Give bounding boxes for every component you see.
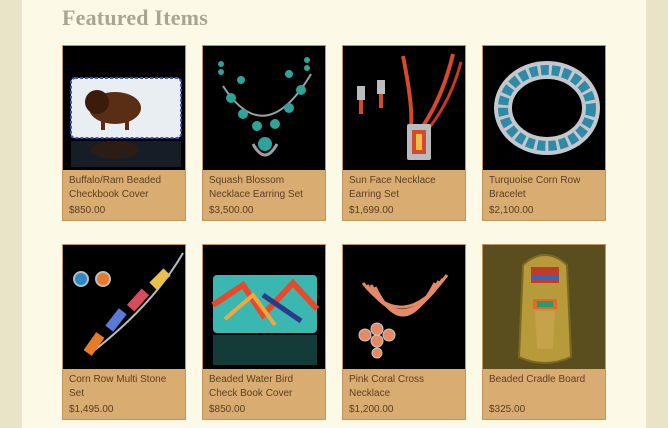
squash-blossom-image [203,46,325,170]
section-title: Featured Items [62,5,208,30]
product-card[interactable]: Pink Coral Cross Necklace $1,200.00 [342,244,466,420]
product-image[interactable] [203,46,325,170]
product-card[interactable]: Turquoise Corn Row Bracelet $2,100.00 [482,45,606,221]
multi-stone-set-image [63,245,185,369]
product-image[interactable] [203,245,325,369]
product-grid: Buffalo/Ram Beaded Checkbook Cover $850.… [62,45,607,420]
water-bird-cover-image [203,245,325,369]
product-card[interactable]: Corn Row Multi Stone Set $1,495.00 [62,244,186,420]
product-name[interactable]: Beaded Cradle Board [489,373,599,401]
product-image[interactable] [343,46,465,170]
product-price: $1,495.00 [69,404,114,415]
product-price: $850.00 [69,205,106,216]
product-card[interactable]: Sun Face Necklace Earring Set $1,699.00 [342,45,466,221]
product-card[interactable]: Beaded Water Bird Check Book Cover $850.… [202,244,326,420]
product-price: $1,200.00 [349,404,394,415]
product-name[interactable]: Sun Face Necklace Earring Set [349,174,459,202]
product-image[interactable] [63,245,185,369]
product-name[interactable]: Beaded Water Bird Check Book Cover [209,373,319,401]
product-name[interactable]: Pink Coral Cross Necklace [349,373,459,401]
product-price: $3,500.00 [209,205,254,216]
product-name[interactable]: Turquoise Corn Row Bracelet [489,174,599,202]
product-name[interactable]: Buffalo/Ram Beaded Checkbook Cover [69,174,179,202]
product-card[interactable]: Buffalo/Ram Beaded Checkbook Cover $850.… [62,45,186,221]
product-card[interactable]: Beaded Cradle Board $325.00 [482,244,606,420]
product-price: $2,100.00 [489,205,534,216]
product-price: $325.00 [489,404,526,415]
product-name[interactable]: Corn Row Multi Stone Set [69,373,179,401]
product-image[interactable] [483,46,605,170]
turquoise-bracelet-image [483,46,605,170]
buffalo-checkbook-image [63,46,185,170]
product-card[interactable]: Squash Blossom Necklace Earring Set $3,5… [202,45,326,221]
product-price: $1,699.00 [349,205,394,216]
product-image[interactable] [483,245,605,369]
cradle-board-image [483,245,605,369]
product-name[interactable]: Squash Blossom Necklace Earring Set [209,174,319,202]
sun-face-necklace-image [343,46,465,170]
product-price: $850.00 [209,404,246,415]
coral-cross-image [343,245,465,369]
product-image[interactable] [63,46,185,170]
product-image[interactable] [343,245,465,369]
